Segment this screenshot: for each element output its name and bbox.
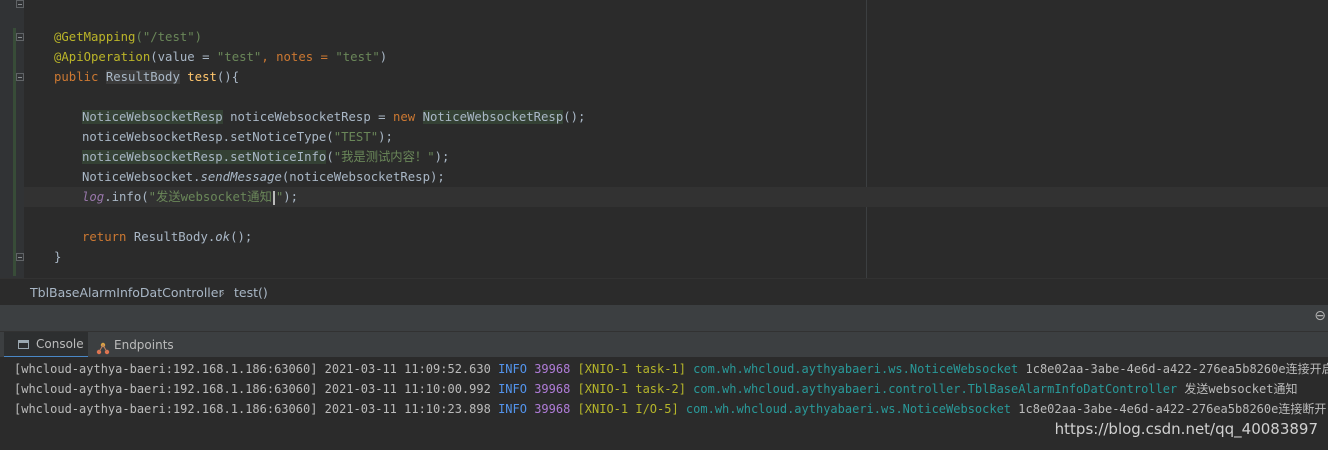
fold-marker-icon[interactable] — [16, 0, 24, 8]
breadcrumb-separator-icon: › — [220, 285, 225, 300]
code-line-getmapping: @GetMapping("/test") — [54, 30, 203, 44]
code-editor[interactable]: @GetMapping("/test") @ApiOperation(value… — [0, 0, 1328, 278]
log-row: [whcloud-aythya-baeri:192.168.1.186:6306… — [14, 362, 1328, 376]
console-icon — [18, 339, 29, 349]
log-row: [whcloud-aythya-baeri:192.168.1.186:6306… — [14, 402, 1328, 416]
code-line-set-notice-info: noticeWebsocketResp.setNoticeInfo("我是测试内… — [82, 150, 450, 164]
tab-endpoints[interactable]: Endpoints — [96, 332, 174, 358]
code-line-new-resp: NoticeWebsocketResp noticeWebsocketResp … — [82, 110, 586, 124]
endpoints-icon — [96, 339, 110, 355]
right-margin-guide — [866, 0, 867, 278]
tool-window-tabbar: Console Endpoints — [0, 331, 1328, 358]
code-line-send-message: NoticeWebsocket.sendMessage(noticeWebsoc… — [82, 170, 445, 184]
editor-gutter[interactable] — [0, 0, 24, 278]
code-line-method-signature: public ResultBody test(){ — [54, 70, 240, 84]
fold-marker-icon[interactable] — [16, 73, 24, 81]
code-line-apioperation: @ApiOperation(value = "test", notes = "t… — [54, 50, 388, 64]
tab-console[interactable]: Console — [4, 332, 88, 358]
code-line-log-info: log.info("发送websocket通知 "); — [82, 190, 299, 205]
breadcrumb-class[interactable]: TblBaseAlarmInfoDatController — [30, 279, 224, 306]
breadcrumb-method[interactable]: test() — [234, 279, 268, 306]
text-caret — [272, 190, 275, 205]
settings-icon[interactable]: ⊖ — [1314, 308, 1326, 324]
tab-console-label: Console — [36, 337, 84, 351]
breadcrumb: TblBaseAlarmInfoDatController › test() — [0, 278, 1328, 306]
code-line-set-notice-type: noticeWebsocketResp.setNoticeType("TEST"… — [82, 130, 393, 144]
log-row: [whcloud-aythya-baeri:192.168.1.186:6306… — [14, 382, 1298, 396]
tab-endpoints-label: Endpoints — [114, 338, 174, 352]
code-line-return: return ResultBody.ok(); — [82, 230, 253, 244]
vcs-change-marker[interactable] — [13, 28, 16, 276]
watermark-url: https://blog.csdn.net/qq_40083897 — [1054, 420, 1318, 438]
fold-marker-icon[interactable] — [16, 33, 24, 41]
code-line-close-brace: } — [54, 250, 62, 264]
tool-window-splitter[interactable] — [0, 305, 1328, 331]
fold-marker-icon[interactable] — [16, 253, 24, 261]
